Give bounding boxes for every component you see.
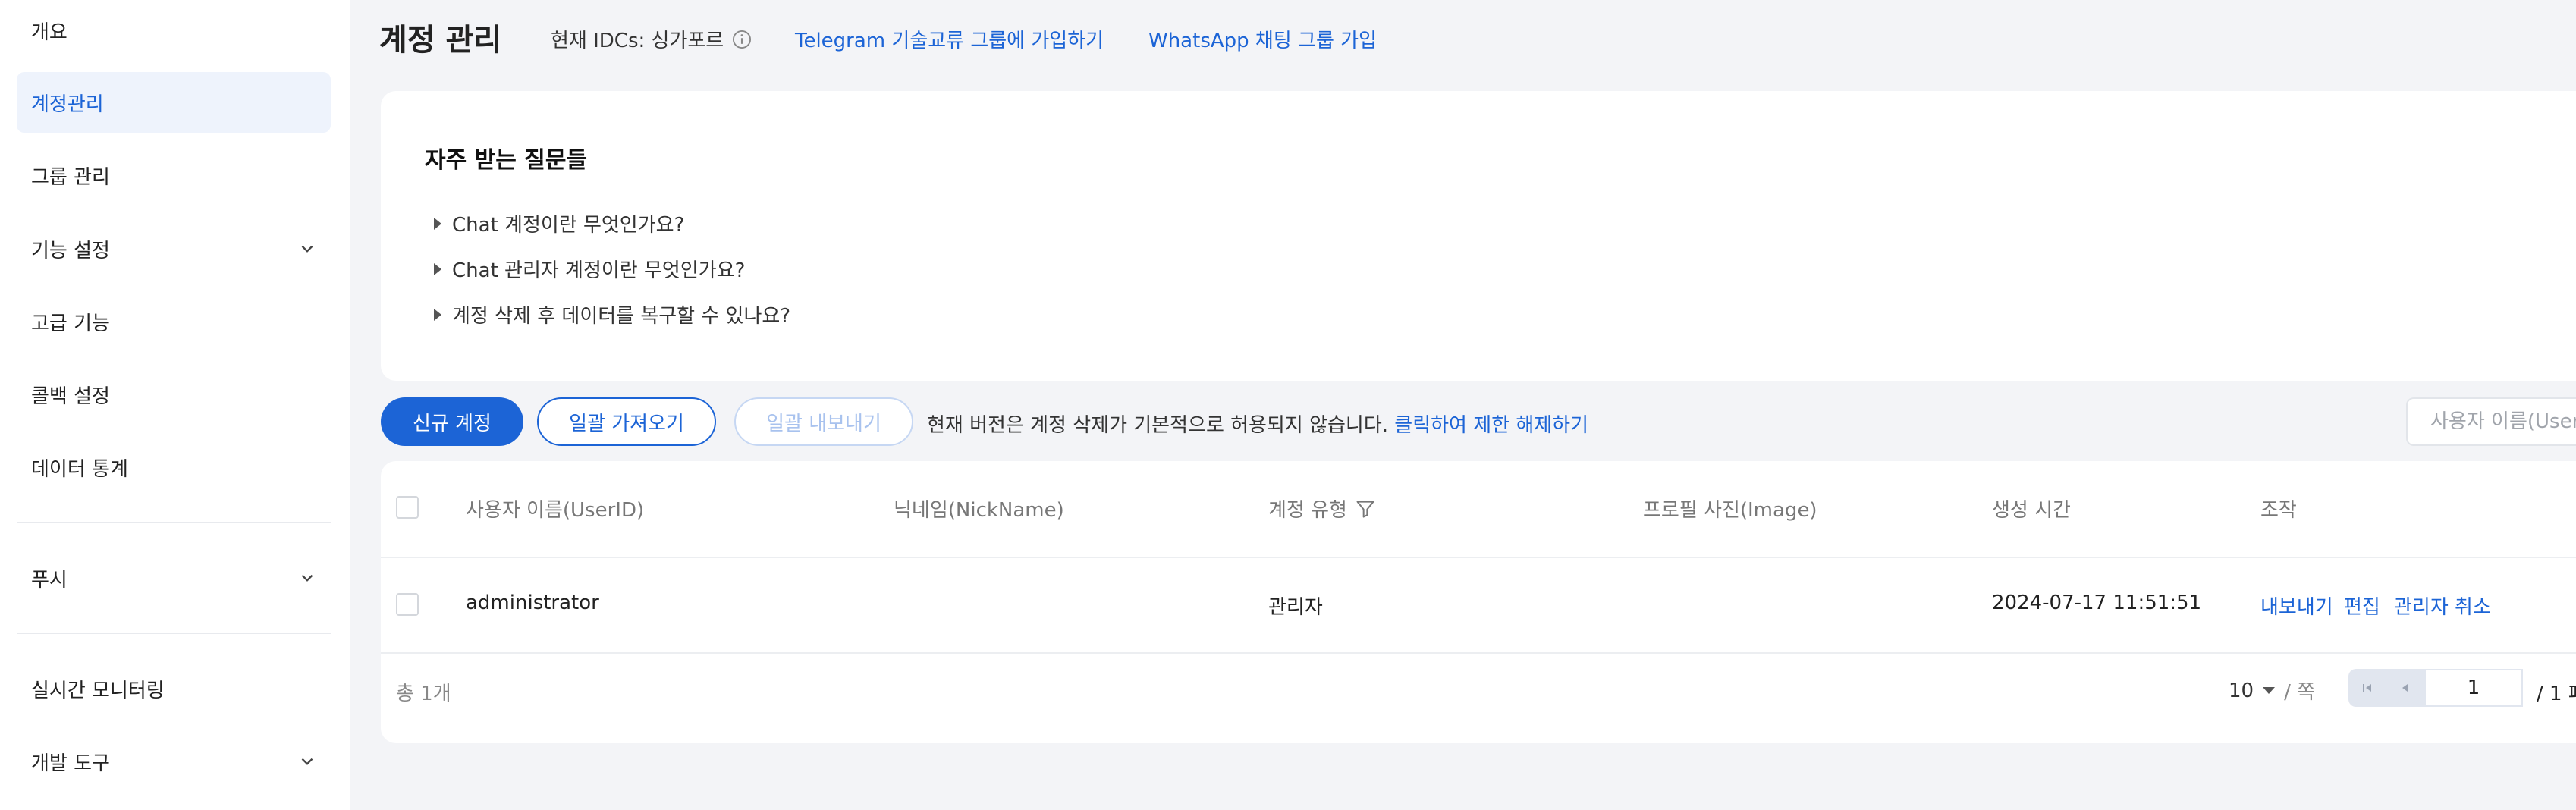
cell-account-type: 관리자 — [1268, 596, 1323, 619]
sidebar-item-label: 개요 — [31, 20, 68, 44]
bulk-import-button[interactable]: 일괄 가져오기 — [537, 397, 716, 446]
caret-right-icon — [434, 308, 441, 321]
sidebar-item-data-statistics[interactable]: 데이터 통계 — [17, 437, 331, 498]
filter-icon[interactable] — [1355, 498, 1376, 520]
unlock-restriction-link[interactable]: 클릭하여 제한 해제하기 — [1394, 414, 1588, 437]
bulk-export-button: 일괄 내보내기 — [734, 397, 913, 446]
sidebar-item-label: 콜백 설정 — [31, 385, 110, 408]
new-account-button[interactable]: 신규 계정 — [381, 397, 523, 446]
sidebar-item-label: 실시간 모니터링 — [31, 679, 165, 702]
row-divider — [381, 652, 2576, 654]
sidebar: 개요 계정관리 그룹 관리 기능 설정 고급 기능 콜백 설정 데이터 통계 푸… — [0, 0, 350, 810]
telegram-group-link[interactable]: Telegram 기술교류 그룹에 가입하기 — [795, 25, 1104, 53]
edit-link[interactable]: 편집 — [2344, 592, 2380, 620]
sidebar-item-label: 그룹 관리 — [31, 165, 110, 189]
sidebar-item-push[interactable]: 푸시 — [17, 548, 331, 608]
whatsapp-group-link[interactable]: WhatsApp 채팅 그룹 가입 — [1148, 25, 1377, 53]
export-link[interactable]: 내보내기 — [2260, 592, 2333, 620]
idc-label: 현재 IDCs: 싱가포르 — [551, 30, 724, 52]
idc-indicator: 현재 IDCs: 싱가포르 — [551, 25, 752, 53]
row-divider — [381, 557, 2576, 558]
sidebar-item-label: 고급 기능 — [31, 312, 110, 335]
column-header-image: 프로필 사진(Image) — [1643, 499, 1817, 522]
chevron-down-icon — [301, 245, 313, 253]
column-header-account-type: 계정 유형 — [1268, 494, 1376, 523]
sidebar-item-dev-tools[interactable]: 개발 도구 — [17, 731, 331, 792]
first-page-button[interactable] — [2348, 669, 2386, 707]
faq-title: 자주 받는 질문들 — [425, 147, 588, 174]
column-header-label: 계정 유형 — [1268, 499, 1347, 522]
column-header-actions: 조작 — [2260, 499, 2297, 522]
faq-card: 자주 받는 질문들 Chat 계정이란 무엇인가요? Chat 관리자 계정이란… — [381, 91, 2576, 381]
column-header-user-id: 사용자 이름(UserID) — [466, 499, 645, 522]
sidebar-item-callback-settings[interactable]: 콜백 설정 — [17, 364, 331, 425]
sidebar-item-label: 데이터 통계 — [31, 457, 128, 481]
chevron-down-icon — [301, 574, 313, 582]
account-table: 사용자 이름(UserID) 닉네임(NickName) 계정 유형 프로필 사… — [381, 461, 2576, 743]
column-header-created: 생성 시간 — [1992, 499, 2071, 522]
sidebar-item-feature-settings[interactable]: 기능 설정 — [17, 218, 331, 279]
notice-text: 현재 버전은 계정 삭제가 기본적으로 허용되지 않습니다. — [927, 414, 1395, 437]
cell-created: 2024-07-17 11:51:51 — [1992, 592, 2202, 614]
total-pages: / 1 페이지 — [2537, 683, 2576, 705]
caret-right-icon — [434, 217, 441, 230]
revoke-admin-link[interactable]: 관리자 취소 — [2394, 592, 2491, 620]
page-title: 계정 관리 — [379, 23, 502, 58]
sidebar-item-overview[interactable]: 개요 — [17, 0, 331, 61]
sidebar-divider — [17, 522, 331, 523]
sidebar-item-label: 개발 도구 — [31, 752, 110, 775]
faq-question: Chat 관리자 계정이란 무엇인가요? — [452, 259, 746, 282]
sidebar-item-label: 기능 설정 — [31, 239, 110, 262]
page-size-select[interactable]: 10 / 쪽 — [2229, 677, 2315, 705]
caret-right-icon — [434, 262, 441, 275]
sidebar-item-label: 푸시 — [31, 568, 68, 592]
page-size-unit: / 쪽 — [2284, 681, 2316, 704]
faq-item[interactable]: Chat 관리자 계정이란 무엇인가요? — [434, 255, 745, 283]
page-number-input[interactable] — [2424, 669, 2523, 707]
faq-item[interactable]: Chat 계정이란 무엇인가요? — [434, 209, 684, 237]
caret-down-icon — [2263, 687, 2276, 694]
sidebar-item-account-management[interactable]: 계정관리 — [17, 72, 331, 133]
sidebar-item-advanced-features[interactable]: 고급 기능 — [17, 291, 331, 352]
faq-question: Chat 계정이란 무엇인가요? — [452, 214, 685, 237]
column-header-nickname: 닉네임(NickName) — [894, 499, 1064, 522]
sidebar-item-label: 계정관리 — [31, 93, 104, 116]
select-all-checkbox[interactable] — [396, 496, 419, 519]
chevron-down-icon — [301, 758, 313, 765]
faq-item[interactable]: 계정 삭제 후 데이터를 복구할 수 있나요? — [434, 300, 790, 328]
total-count: 총 1개 — [396, 683, 451, 705]
delete-restriction-notice: 현재 버전은 계정 삭제가 기본적으로 허용되지 않습니다. 클릭하여 제한 해… — [927, 410, 1588, 438]
first-page-icon — [2363, 684, 2371, 692]
page-size-value: 10 — [2229, 679, 2254, 702]
row-checkbox[interactable] — [396, 593, 419, 616]
faq-question: 계정 삭제 후 데이터를 복구할 수 있나요? — [452, 305, 791, 328]
cell-user-id: administrator — [466, 592, 599, 614]
sidebar-item-realtime-monitoring[interactable]: 실시간 모니터링 — [17, 658, 331, 719]
info-icon[interactable] — [731, 29, 752, 50]
sidebar-item-group-management[interactable]: 그룹 관리 — [17, 145, 331, 206]
prev-page-button[interactable] — [2386, 669, 2424, 707]
user-id-search-input[interactable] — [2406, 397, 2576, 446]
prev-page-icon — [2402, 684, 2408, 692]
sidebar-divider — [17, 633, 331, 634]
